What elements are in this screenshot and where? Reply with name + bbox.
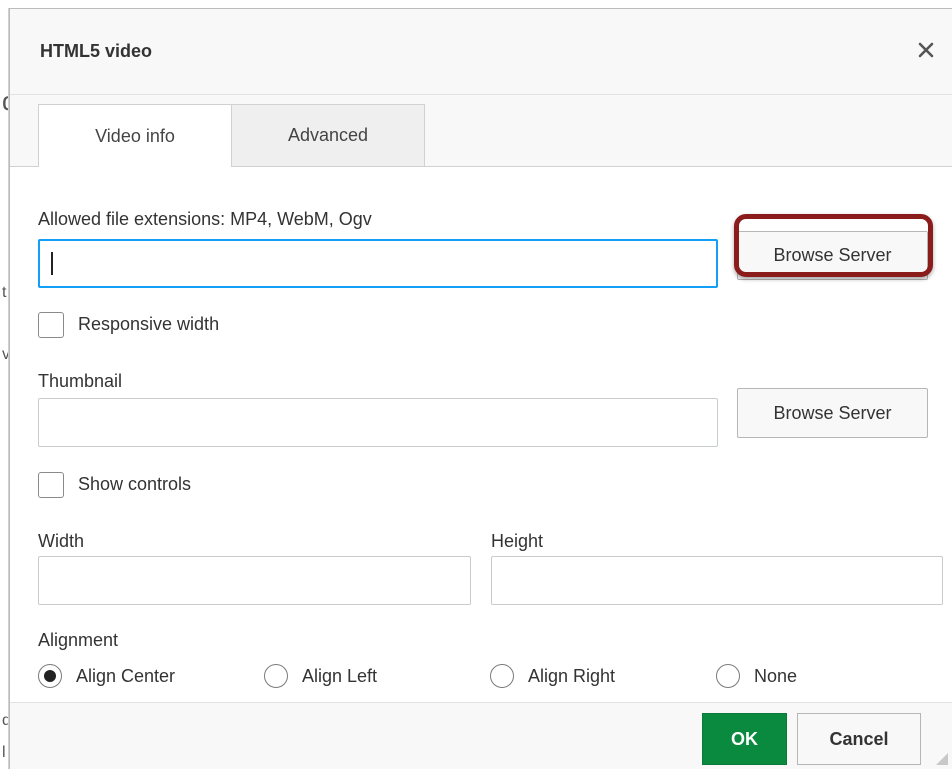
radio-align-left[interactable] [264, 664, 288, 688]
height-input[interactable] [491, 556, 943, 605]
text-caret [51, 252, 53, 275]
align-left-label: Align Left [302, 666, 378, 686]
align-center-label: Align Center [76, 666, 176, 686]
cancel-button[interactable]: Cancel [797, 713, 921, 765]
browse-server-button-thumbnail[interactable]: Browse Server [737, 388, 928, 438]
thumbnail-input[interactable] [38, 398, 718, 447]
radio-none[interactable] [716, 664, 740, 688]
radio-align-right[interactable] [490, 664, 514, 688]
video-source-label: Allowed file extensions: MP4, WebM, Ogv [38, 209, 372, 229]
ok-button[interactable]: OK [702, 713, 787, 765]
background-text-fragment: t [2, 284, 7, 301]
resize-grip-icon[interactable] [931, 748, 949, 766]
html5-video-dialog: HTML5 video Advanced Video info Allowed … [9, 8, 952, 769]
align-right-label: Align Right [528, 666, 616, 686]
thumbnail-label: Thumbnail [38, 371, 123, 391]
alignment-label: Alignment [38, 630, 119, 650]
radio-selected-dot [44, 670, 56, 682]
tab-bar: Advanced Video info [10, 95, 952, 168]
height-label: Height [491, 531, 544, 551]
tab-video-info[interactable]: Video info [38, 104, 232, 168]
radio-align-center[interactable] [38, 664, 62, 688]
show-controls-label: Show controls [78, 474, 192, 494]
none-label: None [754, 666, 798, 686]
dialog-title: HTML5 video [40, 41, 153, 61]
dialog-titlebar: HTML5 video [10, 9, 952, 95]
close-icon-glyph [918, 42, 934, 58]
annotation-highlight-ring [734, 214, 933, 277]
show-controls-checkbox[interactable] [38, 472, 64, 498]
background-text-fragment: l [2, 744, 6, 761]
responsive-width-checkbox[interactable] [38, 312, 64, 338]
video-source-input[interactable] [38, 239, 718, 288]
close-icon[interactable] [915, 39, 937, 61]
width-label: Width [38, 531, 85, 551]
width-input[interactable] [38, 556, 471, 605]
tab-advanced[interactable]: Advanced [231, 104, 425, 166]
dialog-footer: OK Cancel [10, 702, 952, 769]
responsive-width-label: Responsive width [78, 314, 220, 334]
